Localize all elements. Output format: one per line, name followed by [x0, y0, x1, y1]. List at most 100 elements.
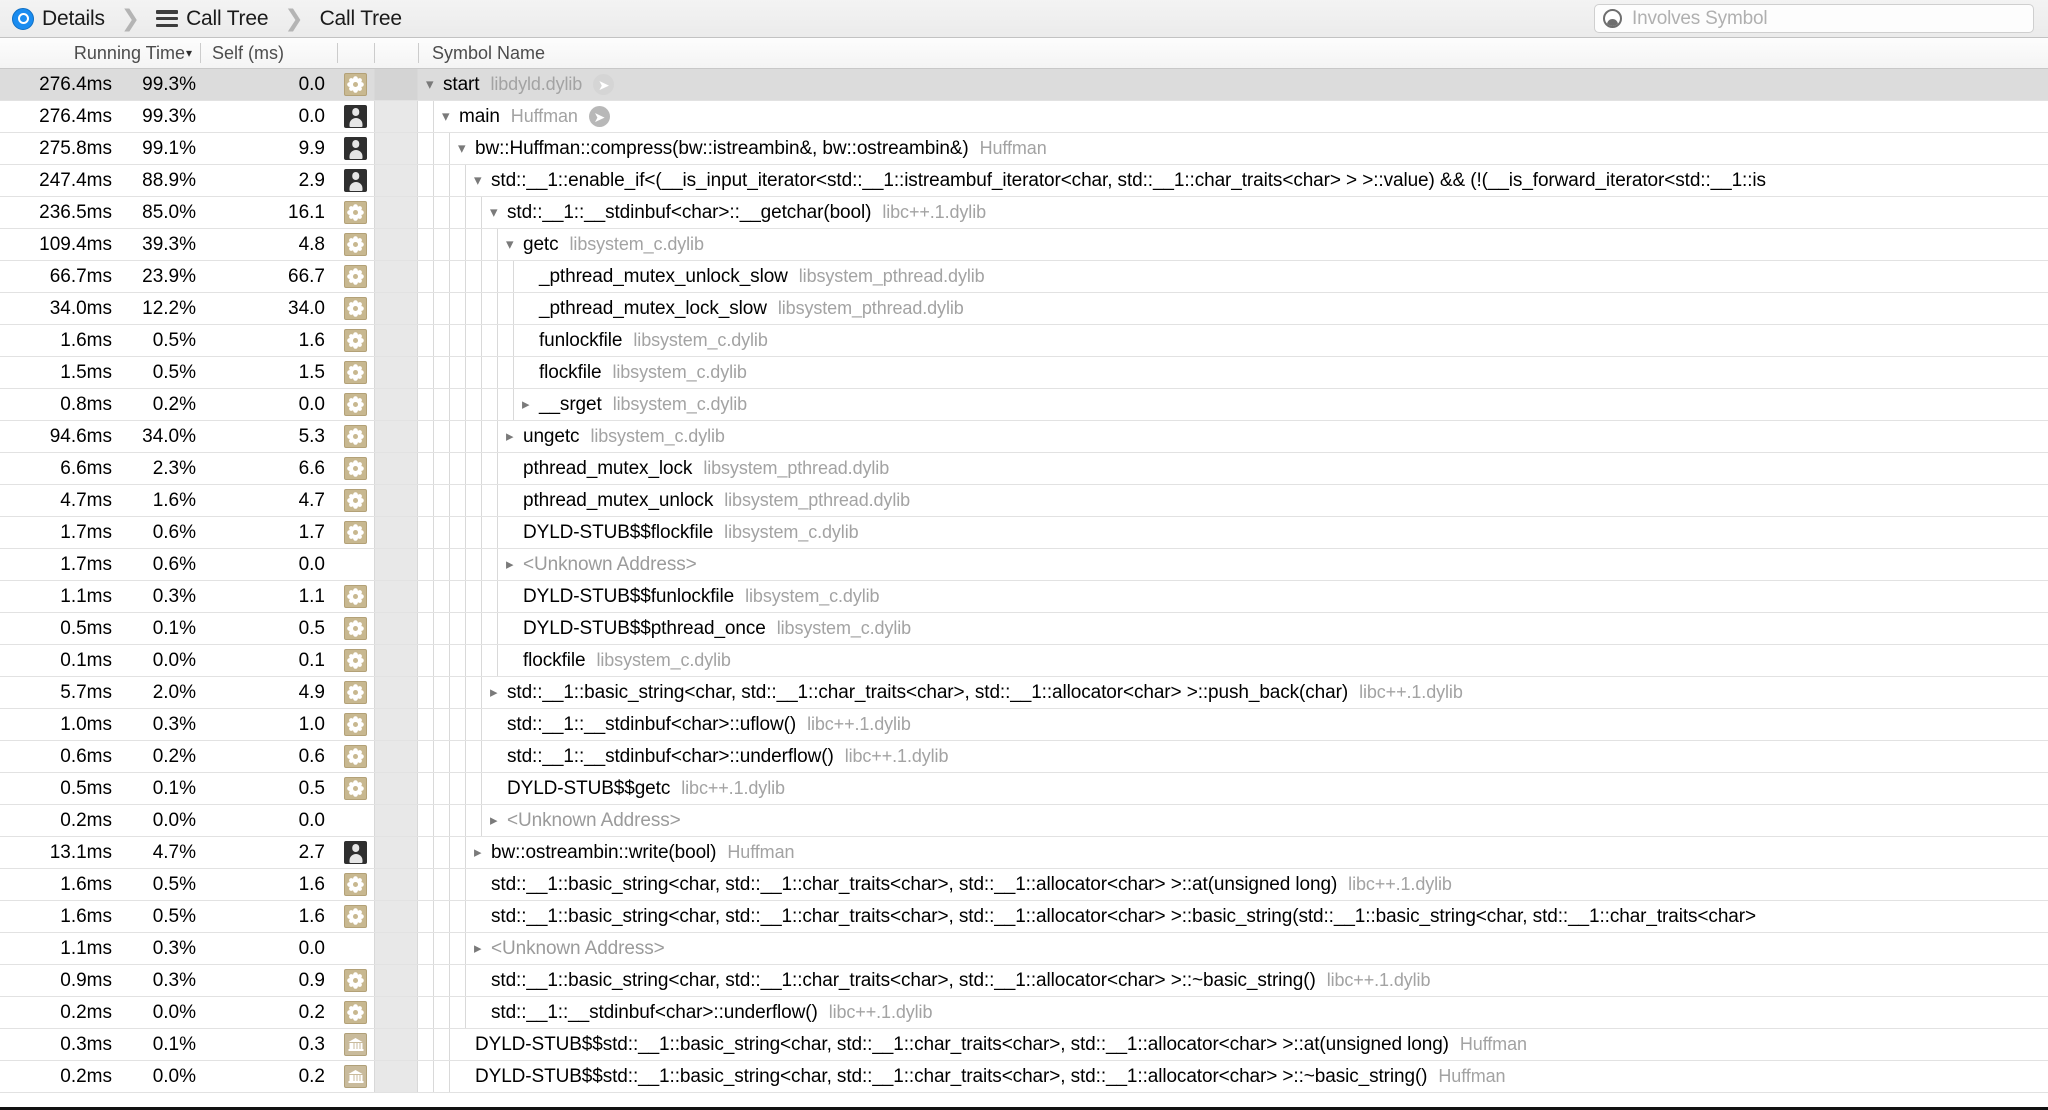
cell-gutter [374, 837, 418, 868]
involves-symbol-search[interactable]: Involves Symbol [1594, 4, 2034, 33]
table-row[interactable]: 236.5ms 85.0% 16.1 ▾ std::__1::__stdinbuf<ch… [0, 197, 2048, 229]
disclosure-triangle-open-icon[interactable]: ▾ [442, 109, 459, 124]
disclosure-triangle-closed-icon[interactable]: ▸ [506, 557, 523, 572]
table-row[interactable]: 0.1ms 0.0% 0.1 flockfile libsystem_c.dylib [0, 645, 2048, 677]
cell-self-ms: 1.7 [298, 521, 325, 543]
table-row[interactable]: 66.7ms 23.9% 66.7 _pthread_mutex_unlock_slo… [0, 261, 2048, 293]
table-row[interactable]: 0.5ms 0.1% 0.5 DYLD-STUB$$getc libc++.1.dyli… [0, 773, 2048, 805]
library-name-label: libsystem_c.dylib [590, 426, 725, 446]
library-name-label: libc++.1.dylib [681, 778, 785, 798]
breadcrumb-item-details[interactable]: Details [12, 7, 105, 31]
table-row[interactable]: 0.3ms 0.1% 0.3 DYLD-STUB$$std::__1::basic_s… [0, 1029, 2048, 1061]
table-row[interactable]: 34.0ms 12.2% 34.0 _pthread_mutex_lock_slow l… [0, 293, 2048, 325]
cell-self-ms: 34.0 [288, 297, 325, 319]
jump-to-source-icon[interactable]: ➤ [593, 74, 615, 95]
symbol-name-label: pthread_mutex_lock [523, 457, 693, 479]
table-row[interactable]: 1.6ms 0.5% 1.6 std::__1::basic_string<char,… [0, 901, 2048, 933]
disclosure-triangle-closed-icon[interactable]: ▸ [506, 429, 523, 444]
disclosure-triangle-closed-icon[interactable]: ▸ [490, 685, 507, 700]
cell-icon [337, 585, 374, 608]
table-column-header: Running Time ▾ Self (ms) Symbol Name [0, 38, 2048, 69]
library-name-label: Huffman [1438, 1066, 1506, 1086]
table-row[interactable]: 1.1ms 0.3% 1.1 DYLD-STUB$$funlockfile libsys… [0, 581, 2048, 613]
indent-guides [418, 293, 514, 324]
cell-running-time: 0.9ms 0.3% [0, 970, 200, 992]
disclosure-triangle-open-icon[interactable]: ▾ [458, 141, 475, 156]
cell-symbol-name: DYLD-STUB$$std::__1::basic_string<char, … [418, 1061, 2048, 1092]
table-row[interactable]: 0.9ms 0.3% 0.9 std::__1::basic_string<char,… [0, 965, 2048, 997]
cell-self-ms: 4.7 [298, 489, 325, 511]
indent-guides [418, 709, 482, 740]
symbol-name-label: bw::ostreambin::write(bool) [491, 841, 717, 863]
table-row[interactable]: 275.8ms 99.1% 9.9 ▾ bw::Huffman::compress(bw… [0, 133, 2048, 165]
symbol-name-label: DYLD-STUB$$std::__1::basic_string<char, … [475, 1033, 1449, 1055]
table-row[interactable]: 0.2ms 0.0% 0.2 std::__1::__stdinbuf<char>::… [0, 997, 2048, 1029]
breadcrumb-item-call-tree-2[interactable]: Call Tree [320, 7, 402, 31]
disclosure-triangle-closed-icon[interactable]: ▸ [522, 397, 539, 412]
symbol-name-label: _pthread_mutex_lock_slow [539, 297, 767, 319]
running-time-ms: 94.6ms [49, 425, 112, 447]
cell-gutter [374, 581, 418, 612]
jump-bar: Details ❯ Call Tree ❯ Call Tree Involves… [0, 0, 2048, 38]
disclosure-triangle-open-icon[interactable]: ▾ [490, 205, 507, 220]
table-row[interactable]: 1.0ms 0.3% 1.0 std::__1::__stdinbuf<char>::… [0, 709, 2048, 741]
table-row[interactable]: 1.7ms 0.6% 0.0 ▸ <Unknown Address> [0, 549, 2048, 581]
symbol-name-label: std::__1::basic_string<char, std::__1::c… [491, 969, 1316, 991]
cell-self-ms: 6.6 [298, 457, 325, 479]
breadcrumb-label: Call Tree [186, 6, 269, 30]
table-row[interactable]: 0.2ms 0.0% 0.2 DYLD-STUB$$std::__1::basic_s… [0, 1061, 2048, 1093]
running-time-percent: 0.1% [152, 777, 196, 799]
running-time-percent: 0.5% [152, 873, 196, 895]
running-time-ms: 1.1ms [60, 937, 112, 959]
search-field[interactable]: Involves Symbol [1594, 4, 2034, 33]
disclosure-triangle-open-icon[interactable]: ▾ [426, 77, 443, 92]
gear-icon [344, 329, 367, 352]
table-row[interactable]: 13.1ms 4.7% 2.7 ▸ bw::ostreambin::write(bool… [0, 837, 2048, 869]
table-row[interactable]: 94.6ms 34.0% 5.3 ▸ ungetc libsystem_c.dylib [0, 421, 2048, 453]
table-row[interactable]: 0.5ms 0.1% 0.5 DYLD-STUB$$pthread_once libsy… [0, 613, 2048, 645]
table-row[interactable]: 6.6ms 2.3% 6.6 pthread_mutex_lock libsystem_… [0, 453, 2048, 485]
cell-symbol-name: std::__1::basic_string<char, std::__1::c… [418, 965, 2048, 996]
column-header-symbol-name[interactable]: Symbol Name [418, 38, 2048, 68]
table-row[interactable]: 0.8ms 0.2% 0.0 ▸ __srget libsystem_c.dylib [0, 389, 2048, 421]
table-row[interactable]: 1.6ms 0.5% 1.6 std::__1::basic_string<char,… [0, 869, 2048, 901]
disclosure-triangle-open-icon[interactable]: ▾ [506, 237, 523, 252]
disclosure-triangle-closed-icon[interactable]: ▸ [474, 845, 491, 860]
table-row[interactable]: 5.7ms 2.0% 4.9 ▸ std::__1::basic_string<char… [0, 677, 2048, 709]
running-time-ms: 5.7ms [60, 681, 112, 703]
indent-guides [418, 645, 498, 676]
table-row[interactable]: 1.6ms 0.5% 1.6 funlockfile libsystem_c.dylib [0, 325, 2048, 357]
table-row[interactable]: 276.4ms 99.3% 0.0 ▾ main Huffman ➤ [0, 101, 2048, 133]
column-header-running-time[interactable]: Running Time ▾ [0, 38, 200, 68]
disclosure-triangle-closed-icon[interactable]: ▸ [474, 941, 491, 956]
cell-icon [337, 777, 374, 800]
table-row[interactable]: 0.6ms 0.2% 0.6 std::__1::__stdinbuf<char>::… [0, 741, 2048, 773]
cell-running-time: 1.7ms 0.6% [0, 522, 200, 544]
table-row[interactable]: 1.7ms 0.6% 1.7 DYLD-STUB$$flockfile libsyste… [0, 517, 2048, 549]
table-row[interactable]: 1.1ms 0.3% 0.0 ▸ <Unknown Address> [0, 933, 2048, 965]
running-time-ms: 0.2ms [60, 1001, 112, 1023]
disclosure-triangle-closed-icon[interactable]: ▸ [490, 813, 507, 828]
table-row[interactable]: 1.5ms 0.5% 1.5 flockfile libsystem_c.dylib [0, 357, 2048, 389]
cell-gutter [374, 1061, 418, 1092]
running-time-percent: 0.3% [152, 585, 196, 607]
table-row[interactable]: 109.4ms 39.3% 4.8 ▾ getc libsystem_c.dylib [0, 229, 2048, 261]
cell-self-ms: 0.0 [298, 393, 325, 415]
table-row[interactable]: 0.2ms 0.0% 0.0 ▸ <Unknown Address> [0, 805, 2048, 837]
cell-icon [337, 457, 374, 480]
indent-guides [418, 933, 466, 964]
cell-running-time: 0.5ms 0.1% [0, 618, 200, 640]
cell-symbol-name: ▸ std::__1::basic_string<char, std::__1::… [418, 677, 2048, 708]
table-row[interactable]: 247.4ms 88.9% 2.9 ▾ std::__1::enable_if<(__i… [0, 165, 2048, 197]
call-tree-table[interactable]: 276.4ms 99.3% 0.0 ▾ start libdyld.dylib ➤ 276.4… [0, 69, 2048, 1110]
disclosure-triangle-open-icon[interactable]: ▾ [474, 173, 491, 188]
cell-running-time: 275.8ms 99.1% [0, 138, 200, 160]
table-row[interactable]: 4.7ms 1.6% 4.7 pthread_mutex_unlock libsyste… [0, 485, 2048, 517]
running-time-percent: 99.1% [142, 137, 196, 159]
cell-running-time: 0.6ms 0.2% [0, 746, 200, 768]
running-time-percent: 12.2% [142, 297, 196, 319]
column-header-self-ms[interactable]: Self (ms) [200, 38, 337, 68]
jump-to-source-icon[interactable]: ➤ [588, 106, 610, 127]
table-row[interactable]: 276.4ms 99.3% 0.0 ▾ start libdyld.dylib ➤ [0, 69, 2048, 101]
breadcrumb-item-call-tree-1[interactable]: Call Tree [156, 6, 269, 31]
